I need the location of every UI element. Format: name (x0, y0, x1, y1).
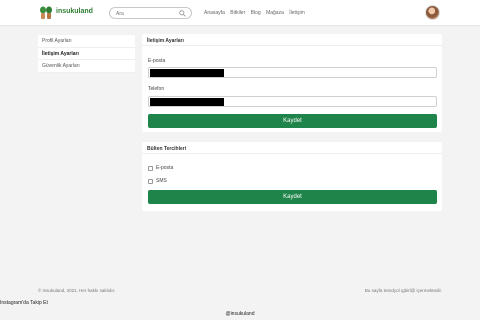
sms-option-label: SMS (156, 178, 167, 184)
instagram-link[interactable]: Instagram'da Takip Et (0, 300, 48, 306)
email-checkbox[interactable] (148, 165, 153, 171)
phone-field[interactable] (148, 96, 437, 107)
footer-credit: Bu sayfa trendyol ıgbirl@ içermektedir. (364, 288, 442, 293)
main-nav: Anasayfa Bitkiler Blog Mağaza İletişim (204, 10, 309, 16)
avatar[interactable] (425, 5, 440, 20)
instagram-handle[interactable]: @insukuland (0, 311, 480, 317)
sidebar-item-profile[interactable]: Profil Ayarları (38, 35, 135, 48)
newsletter-email-option[interactable]: E-posta (148, 165, 173, 171)
email-field[interactable] (148, 67, 437, 78)
save-contact-button[interactable]: Kaydet (148, 114, 437, 128)
footer-copyright: © insukuland, 2021. Her hakkı saklıdır. (38, 288, 116, 293)
nav-plants[interactable]: Bitkiler (230, 10, 245, 16)
redacted-value (150, 98, 224, 106)
nav-home[interactable]: Anasayfa (204, 10, 225, 16)
settings-sidebar: Profil Ayarları İletişim Ayarları Güvenl… (38, 35, 135, 73)
nav-shop[interactable]: Mağaza (266, 10, 284, 16)
newsletter-title: Bülten Tercihleri (142, 142, 442, 154)
save-newsletter-button[interactable]: Kaydet (148, 190, 437, 204)
plant-logo-icon[interactable] (38, 6, 54, 20)
newsletter-sms-option[interactable]: SMS (148, 178, 167, 184)
top-header: insukuland Anasayfa Bitkiler Blog Mağaza… (0, 0, 480, 26)
sidebar-item-contact[interactable]: İletişim Ayarları (38, 48, 135, 61)
email-option-label: E-posta (156, 165, 174, 171)
search-box[interactable] (109, 7, 192, 19)
contact-settings-card: İletişim Ayarları E-posta Telefon Kaydet (142, 34, 442, 132)
sms-checkbox[interactable] (148, 178, 153, 184)
contact-settings-title: İletişim Ayarları (142, 34, 442, 46)
brand-name[interactable]: insukuland (56, 8, 93, 15)
search-input[interactable] (116, 9, 178, 18)
newsletter-card: Bülten Tercihleri E-posta SMS Kaydet (142, 142, 442, 211)
redacted-value (150, 69, 224, 77)
nav-contact[interactable]: İletişim (289, 10, 305, 16)
phone-label: Telefon (148, 86, 165, 92)
email-label: E-posta (148, 58, 166, 64)
search-icon[interactable] (179, 10, 186, 17)
sidebar-item-security[interactable]: Güvenlik Ayarları (38, 60, 135, 73)
nav-blog[interactable]: Blog (251, 10, 261, 16)
